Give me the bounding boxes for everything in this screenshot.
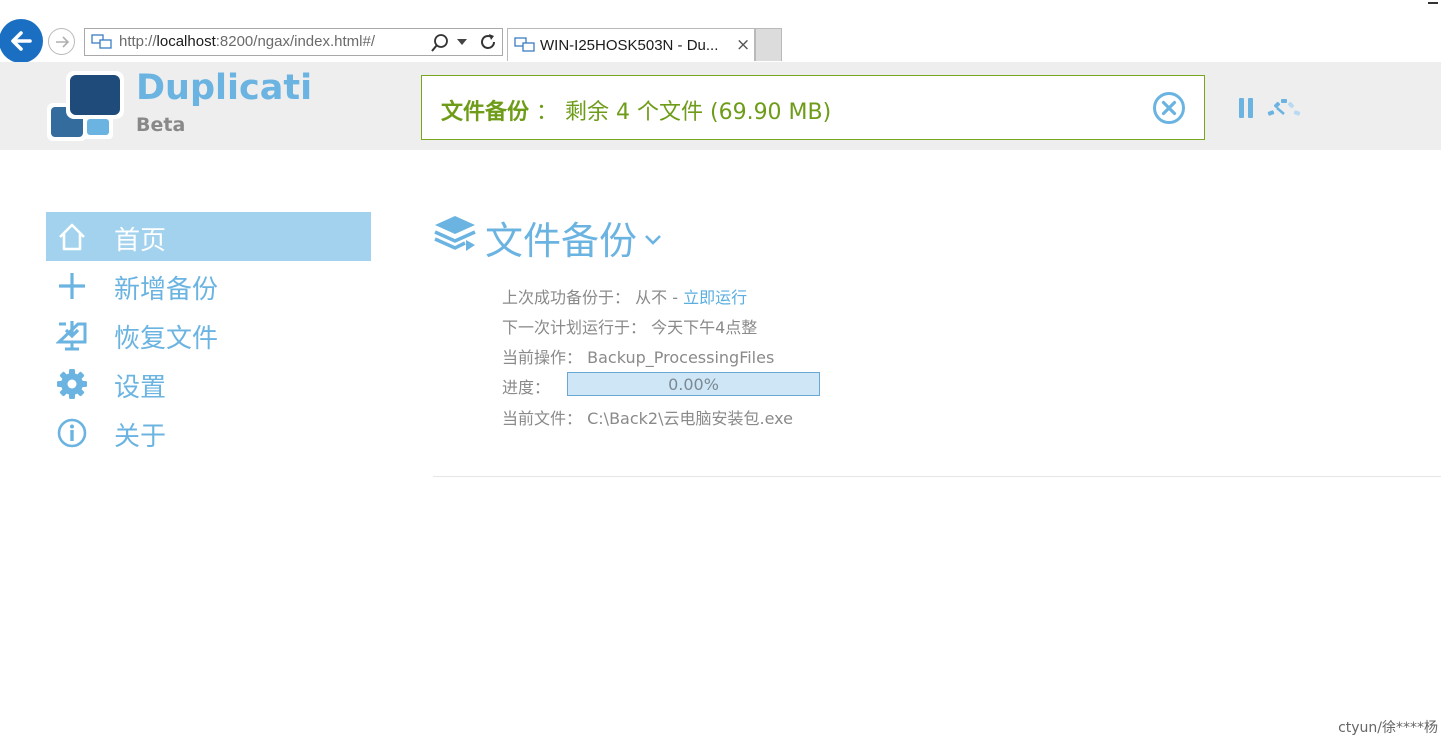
url-path: :8200/ngax/index.html#/ bbox=[215, 33, 376, 50]
plus-icon bbox=[59, 273, 85, 299]
current-file-value: C:\Back2\云电脑安装包.exe bbox=[587, 409, 793, 428]
sidebar-item-label: 设置 bbox=[114, 373, 167, 403]
status-text: 文件备份 ： 剩余 4 个文件 (69.90 MB) bbox=[441, 94, 831, 126]
tab-page-icon bbox=[514, 37, 535, 52]
sidebar-item-label: 恢复文件 bbox=[114, 324, 219, 354]
next-run-value: 今天下午4点整 bbox=[651, 318, 758, 337]
last-success-row: 上次成功备份于： 从不 - 立即运行 bbox=[502, 284, 747, 308]
sidebar-item-settings[interactable]: 设置 bbox=[46, 359, 371, 408]
user-watermark: ctyun/徐****杨 bbox=[1338, 720, 1438, 736]
backup-task-title[interactable]: 文件备份 bbox=[485, 210, 637, 265]
sidebar-item-add-backup[interactable]: 新增备份 bbox=[46, 261, 371, 310]
current-file-label: 当前文件： bbox=[502, 409, 583, 428]
last-success-value: 从不 - bbox=[635, 288, 684, 307]
page-icon bbox=[91, 34, 112, 49]
sidebar-item-about[interactable]: 关于 bbox=[46, 408, 371, 457]
current-operation-row: 当前操作： Backup_ProcessingFiles bbox=[502, 344, 774, 368]
arrow-left-icon bbox=[11, 31, 32, 51]
chevron-down-icon[interactable] bbox=[644, 234, 662, 246]
minimize-icon[interactable] bbox=[1428, 2, 1438, 4]
dropdown-arrow-icon[interactable] bbox=[457, 39, 467, 45]
sidebar-item-restore[interactable]: 恢复文件 bbox=[46, 310, 371, 359]
sidebar-item-label: 新增备份 bbox=[114, 275, 219, 305]
tab-close-icon[interactable]: × bbox=[736, 35, 750, 55]
throttle-gauge-icon[interactable] bbox=[1266, 98, 1302, 118]
stop-task-icon[interactable] bbox=[1152, 91, 1186, 125]
info-icon bbox=[57, 418, 87, 448]
progress-percent: 0.00% bbox=[668, 375, 719, 394]
brand-subtitle: Beta bbox=[136, 114, 186, 136]
app-header: Duplicati Beta 文件备份 ： 剩余 4 个文件 (69.90 MB… bbox=[0, 62, 1441, 150]
tab-title: WIN-I25HOSK503N - Du... bbox=[540, 37, 719, 54]
restore-icon bbox=[56, 321, 87, 351]
browser-tab[interactable]: WIN-I25HOSK503N - Du... × bbox=[507, 28, 755, 61]
address-bar[interactable]: http://localhost:8200/ngax/index.html#/ bbox=[84, 28, 503, 56]
arrow-right-icon bbox=[55, 35, 69, 48]
sidebar-item-label: 首页 bbox=[114, 226, 167, 256]
back-button[interactable] bbox=[0, 19, 43, 63]
run-now-link[interactable]: 立即运行 bbox=[683, 288, 747, 307]
backup-stack-icon bbox=[434, 216, 476, 251]
section-divider bbox=[433, 476, 1441, 477]
progress-status-bar[interactable]: 文件备份 ： 剩余 4 个文件 (69.90 MB) bbox=[421, 75, 1205, 140]
brand-name: Duplicati bbox=[136, 68, 313, 108]
gear-icon bbox=[57, 369, 87, 399]
status-task-name: 文件备份 bbox=[441, 100, 530, 125]
next-run-row: 下一次计划运行于： 今天下午4点整 bbox=[502, 314, 757, 338]
next-run-label: 下一次计划运行于： bbox=[502, 318, 647, 337]
search-icon[interactable] bbox=[430, 33, 450, 53]
forward-button[interactable] bbox=[48, 28, 75, 55]
url-prefix: http:// bbox=[119, 33, 157, 50]
current-file-row: 当前文件： C:\Back2\云电脑安装包.exe bbox=[502, 405, 793, 429]
status-separator: ： bbox=[529, 100, 566, 125]
home-icon bbox=[59, 223, 85, 251]
sidebar-item-label: 关于 bbox=[114, 422, 167, 452]
status-detail: 剩余 4 个文件 (69.90 MB) bbox=[565, 100, 832, 125]
url-text[interactable]: http://localhost:8200/ngax/index.html#/ bbox=[119, 33, 375, 50]
browser-chrome: http://localhost:8200/ngax/index.html#/ … bbox=[0, 0, 1441, 63]
duplicati-logo[interactable] bbox=[46, 70, 126, 144]
current-operation-label: 当前操作： bbox=[502, 348, 583, 367]
pause-icon[interactable] bbox=[1238, 98, 1254, 118]
progress-bar: 0.00% bbox=[567, 372, 820, 396]
refresh-icon[interactable] bbox=[478, 32, 498, 52]
progress-label-row: 进度： bbox=[502, 374, 550, 398]
sidebar-item-home[interactable]: 首页 bbox=[46, 212, 371, 261]
url-host: localhost bbox=[156, 33, 216, 50]
new-tab-button[interactable] bbox=[755, 28, 782, 61]
progress-label: 进度： bbox=[502, 378, 551, 397]
current-operation-value: Backup_ProcessingFiles bbox=[587, 348, 775, 367]
last-success-label: 上次成功备份于： bbox=[502, 288, 631, 307]
